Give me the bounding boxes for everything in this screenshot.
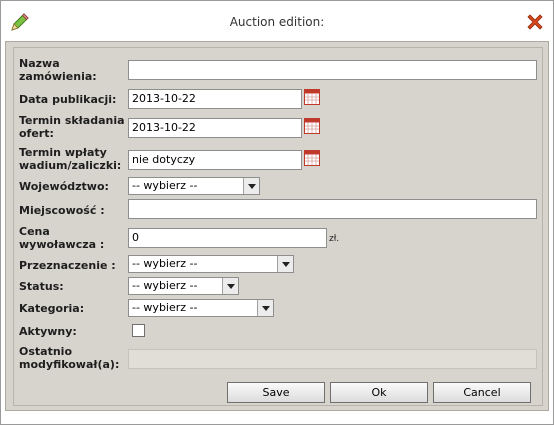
cancel-button[interactable]: Cancel [433,382,531,403]
active-label: Aktywny: [19,325,77,338]
publication-date-label: Data publikacji: [19,93,117,106]
close-icon[interactable] [525,12,545,32]
category-label: Kategoria: [19,302,85,315]
calendar-icon[interactable] [304,118,320,134]
save-button[interactable]: Save [227,382,325,403]
status-selected: -- wybierz -- [132,279,198,292]
chevron-down-icon [257,300,273,316]
voivodeship-label: Województwo: [19,180,109,193]
calendar-icon[interactable] [304,150,320,166]
purpose-label: Przeznaczenie : [19,259,116,272]
starting-price-label: Cena wywoławcza : [19,225,105,251]
status-label: Status: [19,280,64,293]
calendar-icon[interactable] [304,89,320,105]
auction-edition-dialog: Auction edition: Nazwa zamówienia: Data … [0,0,554,425]
voivodeship-select[interactable]: -- wybierz -- [128,177,260,195]
deposit-deadline-label: Termin wpłaty wadium/zaliczki: [19,146,122,172]
chevron-down-icon [277,256,293,272]
starting-price-input[interactable]: 0 [128,228,327,248]
offer-deadline-input[interactable]: 2013-10-22 [128,118,302,138]
name-input[interactable] [128,60,537,80]
status-select[interactable]: -- wybierz -- [128,277,239,295]
category-select[interactable]: -- wybierz -- [128,299,274,317]
city-label: Miejscowość : [19,204,105,217]
currency-unit: zł. [329,234,340,244]
name-label: Nazwa zamówienia: [19,57,97,83]
deposit-deadline-input[interactable]: nie dotyczy [128,150,302,170]
last-modified-input [128,349,537,369]
last-modified-label: Ostatnio modyfikował(a): [19,345,120,371]
chevron-down-icon [222,278,238,294]
city-input[interactable] [128,199,537,219]
category-selected: -- wybierz -- [132,301,198,314]
purpose-select[interactable]: -- wybierz -- [128,255,294,273]
title-bar: Auction edition: [1,1,553,41]
active-checkbox[interactable] [132,324,145,337]
ok-button[interactable]: Ok [330,382,428,403]
purpose-selected: -- wybierz -- [132,257,198,270]
chevron-down-icon [243,178,259,194]
publication-date-input[interactable]: 2013-10-22 [128,89,302,109]
offer-deadline-label: Termin składania ofert: [19,114,125,140]
dialog-title: Auction edition: [229,15,325,29]
voivodeship-selected: -- wybierz -- [132,179,198,192]
